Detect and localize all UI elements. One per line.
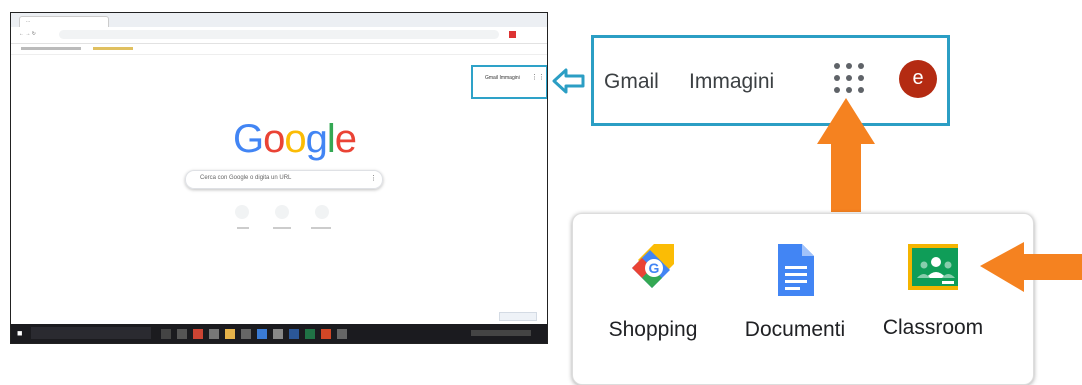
- logo-letter: G: [233, 117, 264, 161]
- taskbar-app-icon[interactable]: [337, 329, 347, 339]
- browser-tab[interactable]: ...: [19, 16, 109, 27]
- google-shopping-icon: G: [632, 244, 674, 288]
- orange-left-arrow-icon: [980, 242, 1082, 292]
- nav-buttons[interactable]: ← → ↻: [19, 31, 36, 37]
- windows-start-icon[interactable]: ■: [17, 328, 27, 338]
- app-label: Shopping: [608, 318, 698, 341]
- customize-button[interactable]: [499, 312, 537, 321]
- mic-icon[interactable]: ⋮: [370, 174, 377, 182]
- highlight-box: [471, 65, 547, 99]
- taskbar-app-icon[interactable]: [209, 329, 219, 339]
- logo-letter: o: [263, 117, 285, 161]
- taskbar-app-icon[interactable]: [193, 329, 203, 339]
- toolbar: ← → ↻: [11, 27, 547, 44]
- bookmark-item[interactable]: [93, 47, 133, 50]
- taskbar-app-icon[interactable]: [289, 329, 299, 339]
- taskbar-search[interactable]: [31, 327, 151, 339]
- shortcut-tile[interactable]: [315, 205, 329, 219]
- shortcut-tile[interactable]: [275, 205, 289, 219]
- extension-icon[interactable]: [509, 31, 516, 38]
- google-logo: Google: [233, 117, 357, 162]
- shortcut-label: [237, 227, 249, 229]
- bookmarks-bar: [11, 44, 547, 55]
- tab-strip: ...: [11, 13, 547, 27]
- taskbar-app-icon[interactable]: [321, 329, 331, 339]
- system-tray[interactable]: [471, 330, 531, 336]
- app-label: Classroom: [882, 316, 984, 339]
- shortcut-label: [273, 227, 291, 229]
- taskbar-app-icon[interactable]: [161, 329, 171, 339]
- browser-screenshot: ... ← → ↻ Gmail Immagini ⋮⋮ Google Cerca…: [10, 12, 548, 344]
- taskbar-app-icon[interactable]: [305, 329, 315, 339]
- taskbar-app-icon[interactable]: [241, 329, 251, 339]
- app-label: Documenti: [744, 318, 846, 341]
- taskbar-app-icon[interactable]: [273, 329, 283, 339]
- zoomed-header: Gmail Immagini e: [591, 35, 950, 126]
- google-docs-icon: [778, 244, 814, 296]
- logo-letter: o: [284, 117, 306, 161]
- orange-up-arrow-icon: [817, 98, 875, 212]
- avatar[interactable]: e: [899, 60, 937, 98]
- google-apps-panel: G Shopping Documenti Classroom: [572, 213, 1034, 385]
- logo-letter: l: [326, 117, 336, 161]
- gmail-link[interactable]: Gmail: [604, 70, 659, 94]
- tab-title: ...: [26, 18, 31, 24]
- google-apps-grid-icon[interactable]: [834, 63, 866, 95]
- pointer-arrow-icon: [552, 68, 585, 94]
- google-classroom-icon: [908, 244, 958, 290]
- windows-taskbar: ■: [11, 324, 547, 343]
- bookmark-item[interactable]: [21, 47, 81, 50]
- address-bar[interactable]: [59, 30, 499, 39]
- taskbar-app-icon[interactable]: [177, 329, 187, 339]
- taskbar-app-icon[interactable]: [225, 329, 235, 339]
- svg-text:G: G: [649, 260, 660, 276]
- search-placeholder: Cerca con Google o digita un URL: [200, 175, 292, 181]
- shortcut-tile[interactable]: [235, 205, 249, 219]
- logo-letter: e: [334, 117, 357, 161]
- logo-letter: g: [305, 117, 328, 161]
- search-input[interactable]: Cerca con Google o digita un URL ⋮: [185, 170, 383, 189]
- images-link[interactable]: Immagini: [689, 70, 774, 94]
- shortcut-label: [311, 227, 331, 229]
- taskbar-app-icon[interactable]: [257, 329, 267, 339]
